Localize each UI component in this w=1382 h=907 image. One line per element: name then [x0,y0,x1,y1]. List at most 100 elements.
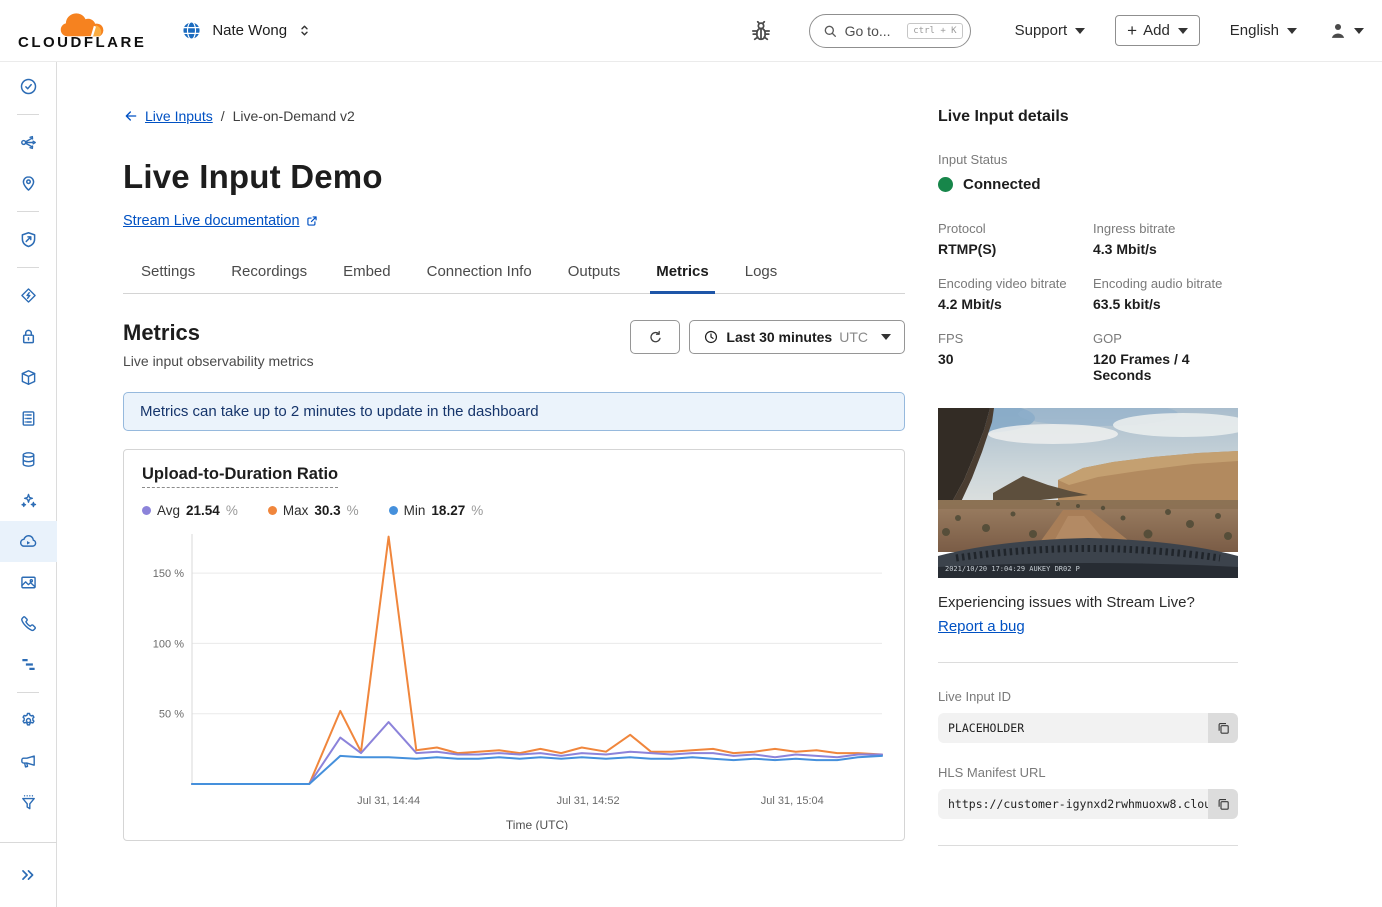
person-icon [1327,20,1349,42]
sidebar-item-images[interactable] [0,562,57,603]
svg-text:Time (UTC): Time (UTC) [506,818,568,830]
svg-text:150 %: 150 % [153,568,184,580]
refresh-button[interactable] [630,320,680,354]
breadcrumb-back-link[interactable]: Live Inputs [123,108,213,124]
database-icon [18,449,39,470]
field-fps: FPS 30 [938,331,1093,383]
gear-icon [18,710,39,731]
live-input-details-panel: Live Input details Input Status Connecte… [938,108,1238,907]
sidebar-item-stream[interactable] [0,521,57,562]
sidebar-item-calls[interactable] [0,603,57,644]
tab-metrics[interactable]: Metrics [656,257,709,293]
live-input-id-field: PLACEHOLDER [938,713,1238,743]
input-status-label: Input Status [938,152,1238,167]
metrics-subheading: Live input observability metrics [123,353,314,369]
copy-live-input-id-button[interactable] [1208,713,1238,743]
live-input-id-label: Live Input ID [938,689,1238,704]
cloudflare-logo[interactable]: CLOUDFLARE [18,11,146,51]
bug-report-icon[interactable] [747,17,775,45]
sidebar-item-security[interactable] [0,219,57,260]
legend-item-avg[interactable]: Avg 21.54 % [142,503,238,518]
legend-label: Avg [157,503,180,518]
copy-icon [1216,797,1231,812]
legend-value: 30.3 [314,503,340,518]
field-value: 30 [938,351,1093,367]
live-preview-video[interactable]: 2021/10/20 17:04:29 AUKEY DR02 P [938,408,1238,578]
search-placeholder: Go to... [845,23,901,39]
sidebar-item-database[interactable] [0,439,57,480]
legend-label: Min [404,503,426,518]
report-bug-link[interactable]: Report a bug [938,618,1025,635]
account-switcher[interactable]: Nate Wong [180,19,313,42]
caret-down-icon [1075,28,1085,34]
tab-embed[interactable]: Embed [343,257,391,293]
tab-recordings[interactable]: Recordings [231,257,307,293]
input-status-value: Connected [963,176,1041,193]
tab-bar: Settings Recordings Embed Connection Inf… [123,257,905,294]
search-shortcut-badge: ctrl + K [907,23,962,39]
field-video-bitrate: Encoding video bitrate 4.2 Mbit/s [938,276,1093,312]
user-menu[interactable] [1327,20,1364,42]
svg-text:Jul 31, 14:44: Jul 31, 14:44 [357,795,420,807]
field-value: 4.3 Mbit/s [1093,241,1238,257]
sidebar-item-settings[interactable] [0,700,57,741]
field-protocol: Protocol RTMP(S) [938,221,1093,257]
stream-docs-link[interactable]: Stream Live documentation [123,213,319,229]
clock-icon [703,329,719,345]
legend-value: 18.27 [431,503,465,518]
field-label: FPS [938,331,1093,346]
metrics-header: Metrics Live input observability metrics… [123,320,905,369]
sidebar-item-traffic[interactable] [0,122,57,163]
history-clock-icon [18,76,39,97]
caret-down-icon [1354,28,1364,34]
back-arrow-icon [123,108,139,124]
sidebar-item-speed[interactable] [0,275,57,316]
global-search[interactable]: Go to... ctrl + K [809,14,971,48]
tab-outputs[interactable]: Outputs [568,257,621,293]
hls-manifest-label: HLS Manifest URL [938,765,1238,780]
sidebar-divider [17,114,39,115]
tab-connection-info[interactable]: Connection Info [427,257,532,293]
copy-hls-manifest-button[interactable] [1208,789,1238,819]
sidebar-item-filter[interactable] [0,782,57,823]
tab-logs[interactable]: Logs [745,257,778,293]
details-fields: Protocol RTMP(S) Ingress bitrate 4.3 Mbi… [938,221,1238,383]
sidebar-item-zaraz[interactable] [0,644,57,685]
sidebar-item-location[interactable] [0,163,57,204]
svg-text:Jul 31, 14:52: Jul 31, 14:52 [557,795,620,807]
language-label: English [1230,22,1279,39]
chart-title: Upload-to-Duration Ratio [142,465,338,488]
legend-unit: % [471,503,483,518]
legend-unit: % [347,503,359,518]
support-label: Support [1015,22,1068,39]
sidebar [0,62,57,907]
details-heading: Live Input details [938,108,1238,126]
add-button[interactable]: + Add [1115,15,1200,46]
time-range-zone: UTC [839,329,868,345]
legend-label: Max [283,503,309,518]
sidebar-item-server-rack[interactable] [0,398,57,439]
preview-timestamp-overlay: 2021/10/20 17:04:29 AUKEY DR02 P [945,565,1080,573]
sidebar-item-r2-storage[interactable] [0,357,57,398]
sidebar-item-ai[interactable] [0,480,57,521]
tab-settings[interactable]: Settings [141,257,195,293]
unfold-chevrons-icon [296,22,313,39]
legend-item-min[interactable]: Min 18.27 % [389,503,484,518]
sidebar-item-ssl[interactable] [0,316,57,357]
time-range-dropdown[interactable]: Last 30 minutes UTC [689,320,905,354]
live-input-id-value: PLACEHOLDER [938,713,1208,743]
field-audio-bitrate: Encoding audio bitrate 63.5 kbit/s [1093,276,1238,312]
sidebar-collapse-toggle[interactable] [0,843,57,907]
sidebar-item-notifications[interactable] [0,741,57,782]
sidebar-item-history-clock[interactable] [0,66,57,107]
support-menu[interactable]: Support [1015,22,1086,39]
panel-divider [938,845,1238,846]
legend-unit: % [226,503,238,518]
legend-item-max[interactable]: Max 30.3 % [268,503,359,518]
language-menu[interactable]: English [1230,22,1297,39]
legend-dot-min [389,506,398,515]
ai-sparkle-icon [18,490,39,511]
ratio-chart-card: Upload-to-Duration Ratio Avg 21.54 % Max… [123,449,905,841]
external-link-icon [305,214,319,228]
svg-text:50 %: 50 % [159,709,184,721]
